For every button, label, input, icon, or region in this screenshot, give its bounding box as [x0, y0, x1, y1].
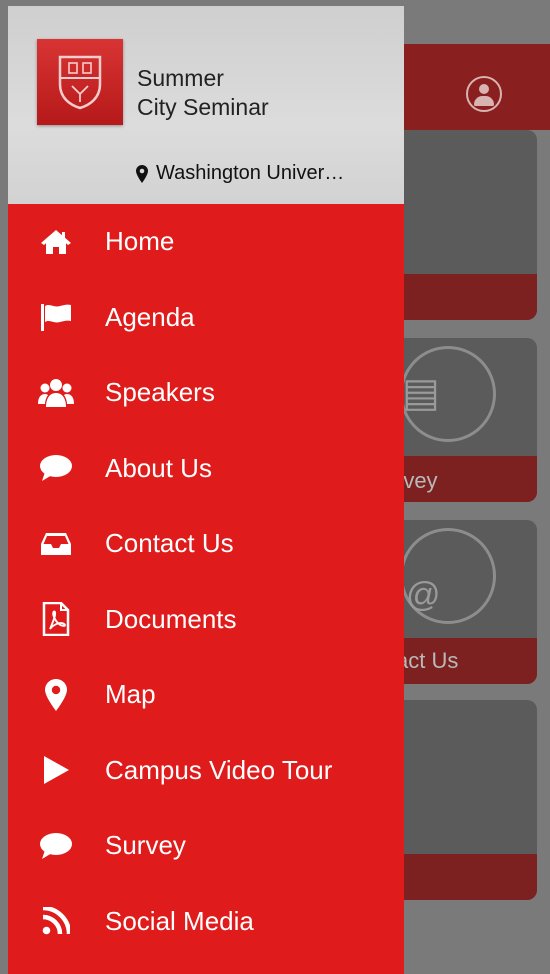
background-tile-contact: @ act Us	[396, 520, 537, 684]
menu-item-label: Map	[105, 679, 156, 710]
app-title-line: Summer	[137, 65, 224, 91]
menu-item-documents[interactable]: Documents	[8, 582, 404, 658]
pdf-file-icon	[38, 601, 74, 637]
background-tile-band	[396, 854, 537, 900]
menu-item-label: Survey	[105, 830, 186, 861]
menu-item-survey[interactable]: Survey	[8, 808, 404, 884]
menu-item-social-media[interactable]: Social Media	[8, 884, 404, 960]
map-pin-icon	[38, 677, 74, 713]
menu-item-label: Contact Us	[105, 528, 234, 559]
app-title: Summer City Seminar	[137, 64, 337, 122]
profile-icon[interactable]	[466, 76, 502, 112]
chat-bubble-icon	[38, 450, 74, 486]
users-icon	[38, 375, 74, 411]
menu-item-about-us[interactable]: About Us	[8, 431, 404, 507]
background-tile	[396, 700, 537, 900]
play-icon	[38, 752, 74, 788]
menu-item-agenda[interactable]: Agenda	[8, 280, 404, 356]
menu-item-label: Home	[105, 226, 175, 257]
flag-icon	[38, 299, 74, 335]
menu-item-label: Campus Video Tour	[105, 754, 333, 785]
navigation-drawer: Summer City Seminar Washington Univer… H…	[8, 6, 404, 974]
inbox-icon	[38, 526, 74, 562]
menu-item-speakers[interactable]: Speakers	[8, 355, 404, 431]
background-tile	[396, 130, 537, 320]
rss-icon	[38, 903, 74, 939]
app-title-line: City Seminar	[137, 94, 269, 120]
home-icon	[38, 224, 74, 260]
at-sign-icon: @	[406, 576, 441, 614]
university-crest-logo	[37, 39, 123, 125]
chat-bubble-icon	[38, 828, 74, 864]
menu-item-label: Social Media	[105, 905, 254, 936]
menu-item-contact-us[interactable]: Contact Us	[8, 506, 404, 582]
background-tile-band	[396, 274, 537, 320]
menu-item-label: Documents	[105, 603, 237, 634]
map-pin-icon	[136, 164, 148, 183]
menu-item-label: Agenda	[105, 301, 195, 332]
menu-item-label: Speakers	[105, 377, 215, 408]
menu-item-map[interactable]: Map	[8, 657, 404, 733]
menu-item-campus-video-tour[interactable]: Campus Video Tour	[8, 733, 404, 809]
location-selector[interactable]: Washington Univer…	[136, 162, 344, 185]
menu-item-home[interactable]: Home	[8, 204, 404, 280]
clipboard-icon: ▤	[402, 371, 440, 415]
drawer-menu: Home Agenda Speakers About Us Contact Us	[8, 204, 404, 959]
location-label: Washington Univer…	[156, 162, 345, 184]
contact-tile-label: act Us	[396, 648, 459, 673]
drawer-header: Summer City Seminar Washington Univer…	[8, 6, 404, 204]
menu-item-label: About Us	[105, 452, 212, 483]
background-tile-survey: ▤ rvey	[396, 338, 537, 502]
